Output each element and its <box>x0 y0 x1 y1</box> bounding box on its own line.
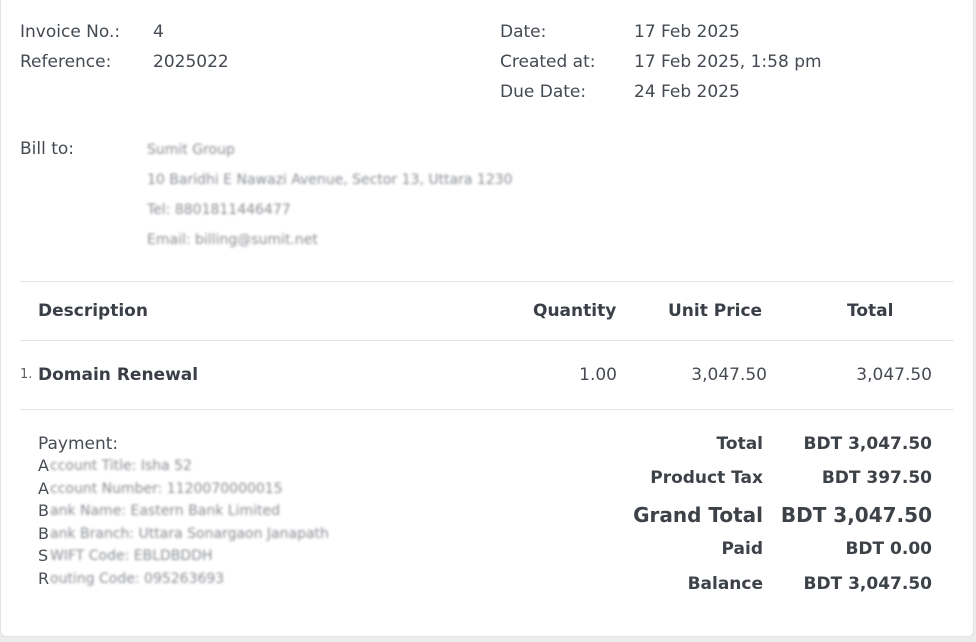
product-tax-label: Product Tax <box>650 468 763 488</box>
payment-line-text: ank Name: Eastern Bank Limited <box>50 503 280 520</box>
reference-value: 2025022 <box>153 52 229 72</box>
row-quantity: 1.00 <box>579 365 617 385</box>
row-number: 1. <box>20 367 33 382</box>
due-date-label: Due Date: <box>500 82 587 102</box>
date-label: Date: <box>500 22 547 42</box>
date-value: 17 Feb 2025 <box>634 22 740 42</box>
row-description: Domain Renewal <box>38 365 199 385</box>
payment-label: Payment: <box>38 434 119 454</box>
bill-to-phone: Tel: 8801811446477 <box>147 202 291 218</box>
reference-row: Reference: 2025022 <box>20 51 460 81</box>
col-header-total: Total <box>847 301 894 321</box>
product-tax-value: BDT 397.50 <box>821 468 932 488</box>
date-row: Date: 17 Feb 2025 <box>500 21 960 51</box>
invoice-meta-left: Invoice No.: 4 Reference: 2025022 <box>20 21 460 81</box>
balance-label: Balance <box>687 574 763 594</box>
created-row: Created at: 17 Feb 2025, 1:58 pm <box>500 51 960 81</box>
payment-block: Payment: A ccount Title: Isha 52 A ccoun… <box>38 433 438 591</box>
total-label: Total <box>716 434 763 454</box>
divider-top <box>20 281 954 282</box>
grand-total-value: BDT 3,047.50 <box>780 503 932 527</box>
payment-line: S WIFT Code: EBLDBDDH <box>38 545 438 568</box>
invoice-number-row: Invoice No.: 4 <box>20 21 460 51</box>
paid-value: BDT 0.00 <box>845 539 932 559</box>
payment-line-text: ccount Number: 1120070000015 <box>50 480 283 497</box>
total-value: BDT 3,047.50 <box>803 434 932 454</box>
grand-total-label: Grand Total <box>633 503 763 527</box>
payment-line-initial: B <box>38 501 49 521</box>
row-total: 3,047.50 <box>856 365 932 385</box>
created-value: 17 Feb 2025, 1:58 pm <box>634 52 822 72</box>
col-header-unit-price: Unit Price <box>668 301 763 321</box>
payment-line: B ank Name: Eastern Bank Limited <box>38 500 438 523</box>
payment-line: B ank Branch: Uttara Sonargaon Janapath <box>38 523 438 546</box>
divider-header <box>20 340 954 341</box>
invoice-number-label: Invoice No.: <box>20 22 121 42</box>
due-date-row: Due Date: 24 Feb 2025 <box>500 81 960 111</box>
payment-line-initial: A <box>38 456 49 475</box>
payment-line-initial: R <box>38 568 50 588</box>
due-date-value: 24 Feb 2025 <box>634 82 740 102</box>
reference-label: Reference: <box>20 52 112 72</box>
payment-line: A ccount Number: 1120070000015 <box>38 478 438 501</box>
bill-to-email: Email: billing@sumit.net <box>147 232 318 248</box>
balance-value: BDT 3,047.50 <box>803 574 932 594</box>
divider-bottom <box>20 409 954 410</box>
invoice-card: Invoice No.: 4 Reference: 2025022 Date: … <box>0 0 974 637</box>
payment-line: A ccount Title: Isha 52 <box>38 455 438 478</box>
payment-line-text: ccount Title: Isha 52 <box>50 458 192 474</box>
payment-line: R outing Code: 095263693 <box>38 568 438 591</box>
bill-to-address: 10 Baridhi E Nawazi Avenue, Sector 13, U… <box>147 172 513 188</box>
row-unit-price: 3,047.50 <box>691 365 767 385</box>
payment-line-text: outing Code: 095263693 <box>50 570 225 587</box>
paid-label: Paid <box>721 539 763 559</box>
invoice-number: 4 <box>153 22 164 42</box>
bill-to-label: Bill to: <box>20 139 75 159</box>
payment-line-text: ank Branch: Uttara Sonargaon Janapath <box>50 525 329 542</box>
created-label: Created at: <box>500 52 596 72</box>
bill-to-name: Sumit Group <box>147 142 235 158</box>
col-header-quantity: Quantity <box>533 301 617 321</box>
col-header-description: Description <box>38 301 148 321</box>
payment-line-initial: B <box>38 523 49 543</box>
payment-line-initial: S <box>38 546 49 566</box>
invoice-meta-right: Date: 17 Feb 2025 Created at: 17 Feb 202… <box>500 21 960 111</box>
payment-line-initial: A <box>38 478 49 498</box>
payment-line-text: WIFT Code: EBLDBDDH <box>50 548 213 565</box>
